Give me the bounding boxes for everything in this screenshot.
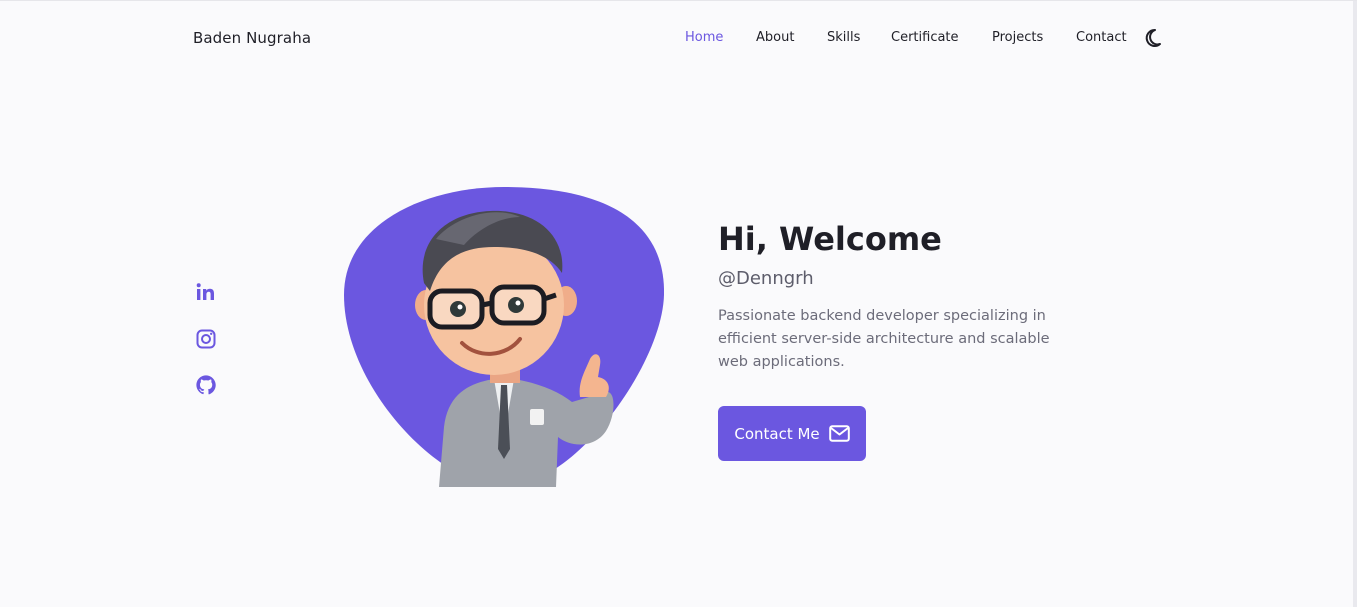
hero-title: Hi, Welcome: [718, 220, 942, 258]
nav-home[interactable]: Home: [685, 30, 723, 45]
linkedin-icon: [196, 283, 214, 300]
moon-icon: [1145, 28, 1161, 47]
github-icon: [196, 375, 216, 395]
instagram-icon: [196, 329, 216, 349]
github-link[interactable]: [195, 374, 217, 396]
scrollbar[interactable]: [1353, 1, 1357, 607]
contact-me-label: Contact Me: [734, 424, 820, 443]
instagram-link[interactable]: [195, 328, 217, 350]
contact-me-button[interactable]: Contact Me: [718, 406, 866, 461]
nav-projects[interactable]: Projects: [992, 30, 1043, 45]
nav-contact[interactable]: Contact: [1076, 30, 1127, 45]
nav-certificate[interactable]: Certificate: [891, 30, 959, 45]
hero-handle: @Denngrh: [718, 268, 814, 289]
hero-description: Passionate backend developer specializin…: [718, 308, 1050, 370]
linkedin-link[interactable]: [195, 281, 217, 303]
nav-about[interactable]: About: [756, 30, 794, 45]
avatar-illustration: [344, 187, 665, 487]
nav-skills[interactable]: Skills: [827, 30, 860, 45]
brand-logo[interactable]: Baden Nugraha: [193, 29, 311, 47]
envelope-icon: [828, 425, 850, 442]
profile-avatar: [344, 187, 665, 487]
theme-toggle-button[interactable]: [1144, 28, 1162, 48]
